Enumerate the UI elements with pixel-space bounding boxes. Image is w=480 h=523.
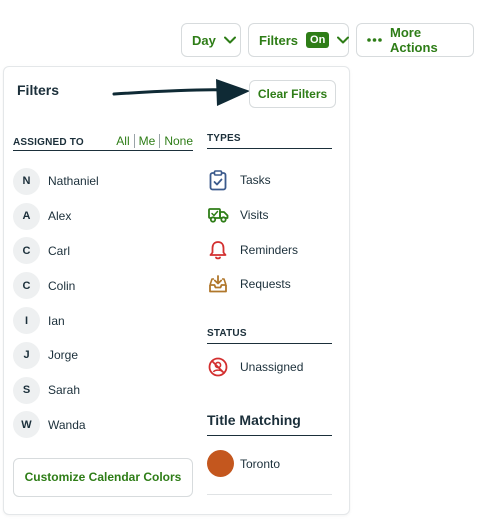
divider [133, 134, 135, 148]
assignee-carl[interactable]: C Carl [13, 234, 193, 269]
assignee-name: Ian [48, 313, 65, 328]
avatar: S [13, 376, 40, 404]
inbox-download-icon [207, 273, 229, 295]
chevron-down-icon [337, 36, 350, 44]
title-match-label: Toronto [240, 456, 281, 471]
assignee-name: Wanda [48, 417, 86, 432]
assignee-nathaniel[interactable]: N Nathaniel [13, 164, 193, 199]
day-view-dropdown[interactable]: Day [181, 23, 241, 57]
assignee-ian[interactable]: I Ian [13, 303, 193, 338]
select-me-link[interactable]: Me [139, 134, 156, 148]
assignee-colin[interactable]: C Colin [13, 268, 193, 303]
clipboard-check-icon [207, 169, 229, 191]
title-matching-heading: Title Matching [207, 412, 332, 436]
user-slash-icon [207, 356, 229, 378]
avatar: C [13, 272, 40, 300]
more-actions-label: More Actions [390, 25, 438, 55]
assignee-list: N Nathaniel A Alex C Carl C Colin I Ian … [13, 164, 193, 442]
assignee-alex[interactable]: A Alex [13, 199, 193, 234]
assignee-wanda[interactable]: W Wanda [13, 408, 193, 443]
select-none-link[interactable]: None [164, 134, 193, 148]
assignee-name: Nathaniel [48, 174, 99, 189]
status-heading: STATUS [207, 328, 247, 339]
select-all-link[interactable]: All [116, 134, 129, 148]
day-label: Day [192, 32, 216, 48]
assigned-quick-select: All Me None [116, 134, 193, 148]
assignee-name: Colin [48, 278, 76, 293]
panel-title: Filters [17, 82, 60, 98]
type-label: Requests [240, 277, 291, 292]
type-reminders[interactable]: Reminders [207, 232, 347, 267]
type-label: Tasks [240, 173, 271, 188]
type-tasks[interactable]: Tasks [207, 163, 347, 198]
clear-filters-button[interactable]: Clear Filters [249, 80, 336, 108]
avatar: I [13, 307, 40, 335]
ellipsis-icon [367, 38, 382, 42]
arrow-icon [112, 79, 250, 106]
types-header: TYPES [207, 131, 332, 149]
filters-toggle-button[interactable]: Filters On [248, 23, 350, 57]
title-match-toronto[interactable]: Toronto [207, 450, 280, 477]
type-label: Visits [240, 208, 269, 223]
avatar: N [13, 167, 40, 195]
assigned-to-header: ASSIGNED TO All Me None [13, 133, 193, 151]
truck-icon [207, 204, 229, 226]
status-header: STATUS [207, 326, 332, 344]
avatar: W [13, 411, 40, 439]
avatar: A [13, 202, 40, 230]
chevron-down-icon [223, 36, 236, 44]
more-actions-button[interactable]: More Actions [356, 23, 474, 57]
avatar: C [13, 237, 40, 265]
bell-icon [207, 239, 229, 261]
filters-on-badge: On [306, 32, 330, 48]
assignee-name: Sarah [48, 383, 81, 398]
assignee-sarah[interactable]: S Sarah [13, 373, 193, 408]
assigned-to-heading: ASSIGNED TO [13, 137, 84, 148]
divider [207, 494, 332, 495]
avatar: J [13, 341, 40, 369]
customize-calendar-colors-button[interactable]: Customize Calendar Colors [13, 458, 193, 497]
assignee-jorge[interactable]: J Jorge [13, 338, 193, 373]
assignee-name: Alex [48, 209, 72, 224]
divider [159, 134, 161, 148]
status-unassigned[interactable]: Unassigned [207, 354, 303, 380]
status-label: Unassigned [240, 360, 304, 374]
filters-label: Filters [259, 32, 299, 48]
types-list: Tasks Visits Reminders Requests [207, 163, 347, 302]
filters-panel: Filters Clear Filters ASSIGNED TO All Me… [3, 66, 350, 515]
assignee-name: Jorge [48, 348, 79, 363]
type-label: Reminders [240, 242, 299, 257]
types-heading: TYPES [207, 133, 241, 144]
type-visits[interactable]: Visits [207, 198, 347, 233]
color-swatch [207, 450, 234, 477]
assignee-name: Carl [48, 243, 71, 258]
type-requests[interactable]: Requests [207, 267, 347, 302]
